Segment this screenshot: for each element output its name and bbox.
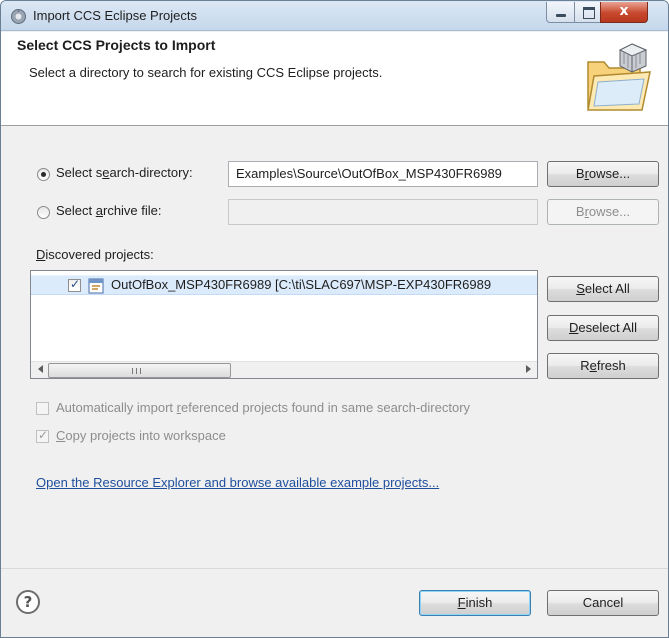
select-all-button[interactable]: Select All <box>547 276 659 302</box>
search-directory-input[interactable]: Examples\Source\OutOfBox_MSP430FR6989 <box>228 161 538 187</box>
finish-button[interactable]: Finish <box>419 590 531 616</box>
search-directory-radio[interactable] <box>37 168 50 181</box>
browse-directory-button[interactable]: Browse... <box>547 161 659 187</box>
window-title: Import CCS Eclipse Projects <box>33 8 197 23</box>
archive-file-label: Select archive file: <box>56 203 162 218</box>
copy-projects-label: Copy projects into workspace <box>56 428 226 443</box>
browse-archive-button[interactable]: Browse... <box>547 199 659 225</box>
scroll-left-icon[interactable] <box>38 365 43 373</box>
discovered-projects-list[interactable]: OutOfBox_MSP430FR6989 [C:\ti\SLAC697\MSP… <box>30 270 538 379</box>
auto-import-checkbox[interactable] <box>36 402 49 415</box>
copy-projects-checkbox[interactable] <box>36 428 49 443</box>
discovered-projects-label: Discovered projects: <box>36 247 154 262</box>
close-button[interactable]: x <box>600 2 648 23</box>
list-item[interactable]: OutOfBox_MSP430FR6989 [C:\ti\SLAC697\MSP… <box>31 275 537 295</box>
search-directory-label: Select search-directory: <box>56 165 193 180</box>
archive-file-input[interactable] <box>228 199 538 225</box>
project-icon <box>88 278 104 294</box>
page-title: Select CCS Projects to Import <box>17 37 216 53</box>
horizontal-scrollbar[interactable] <box>31 361 537 378</box>
cancel-button[interactable]: Cancel <box>547 590 659 616</box>
minimize-button[interactable] <box>546 2 575 23</box>
resource-explorer-link[interactable]: Open the Resource Explorer and browse av… <box>36 475 439 490</box>
import-dialog-window: Import CCS Eclipse Projects x Select CCS… <box>0 0 669 638</box>
scroll-grip-icon <box>132 368 141 374</box>
help-icon[interactable]: ? <box>16 590 40 614</box>
footer-divider <box>1 568 668 569</box>
close-icon: x <box>619 3 629 19</box>
scroll-thumb[interactable] <box>48 363 231 378</box>
project-name: OutOfBox_MSP430FR6989 [C:\ti\SLAC697\MSP… <box>111 277 492 292</box>
archive-file-radio[interactable] <box>37 206 50 219</box>
title-bar[interactable]: Import CCS Eclipse Projects x <box>1 1 668 31</box>
scroll-right-icon[interactable] <box>526 365 531 373</box>
maximize-button[interactable] <box>574 2 601 23</box>
ccs-app-icon <box>11 9 26 24</box>
import-folder-icon <box>587 43 651 111</box>
auto-import-label: Automatically import referenced projects… <box>56 400 471 415</box>
page-description: Select a directory to search for existin… <box>29 65 383 80</box>
project-checkbox[interactable] <box>68 277 81 292</box>
refresh-button[interactable]: Refresh <box>547 353 659 379</box>
deselect-all-button[interactable]: Deselect All <box>547 315 659 341</box>
